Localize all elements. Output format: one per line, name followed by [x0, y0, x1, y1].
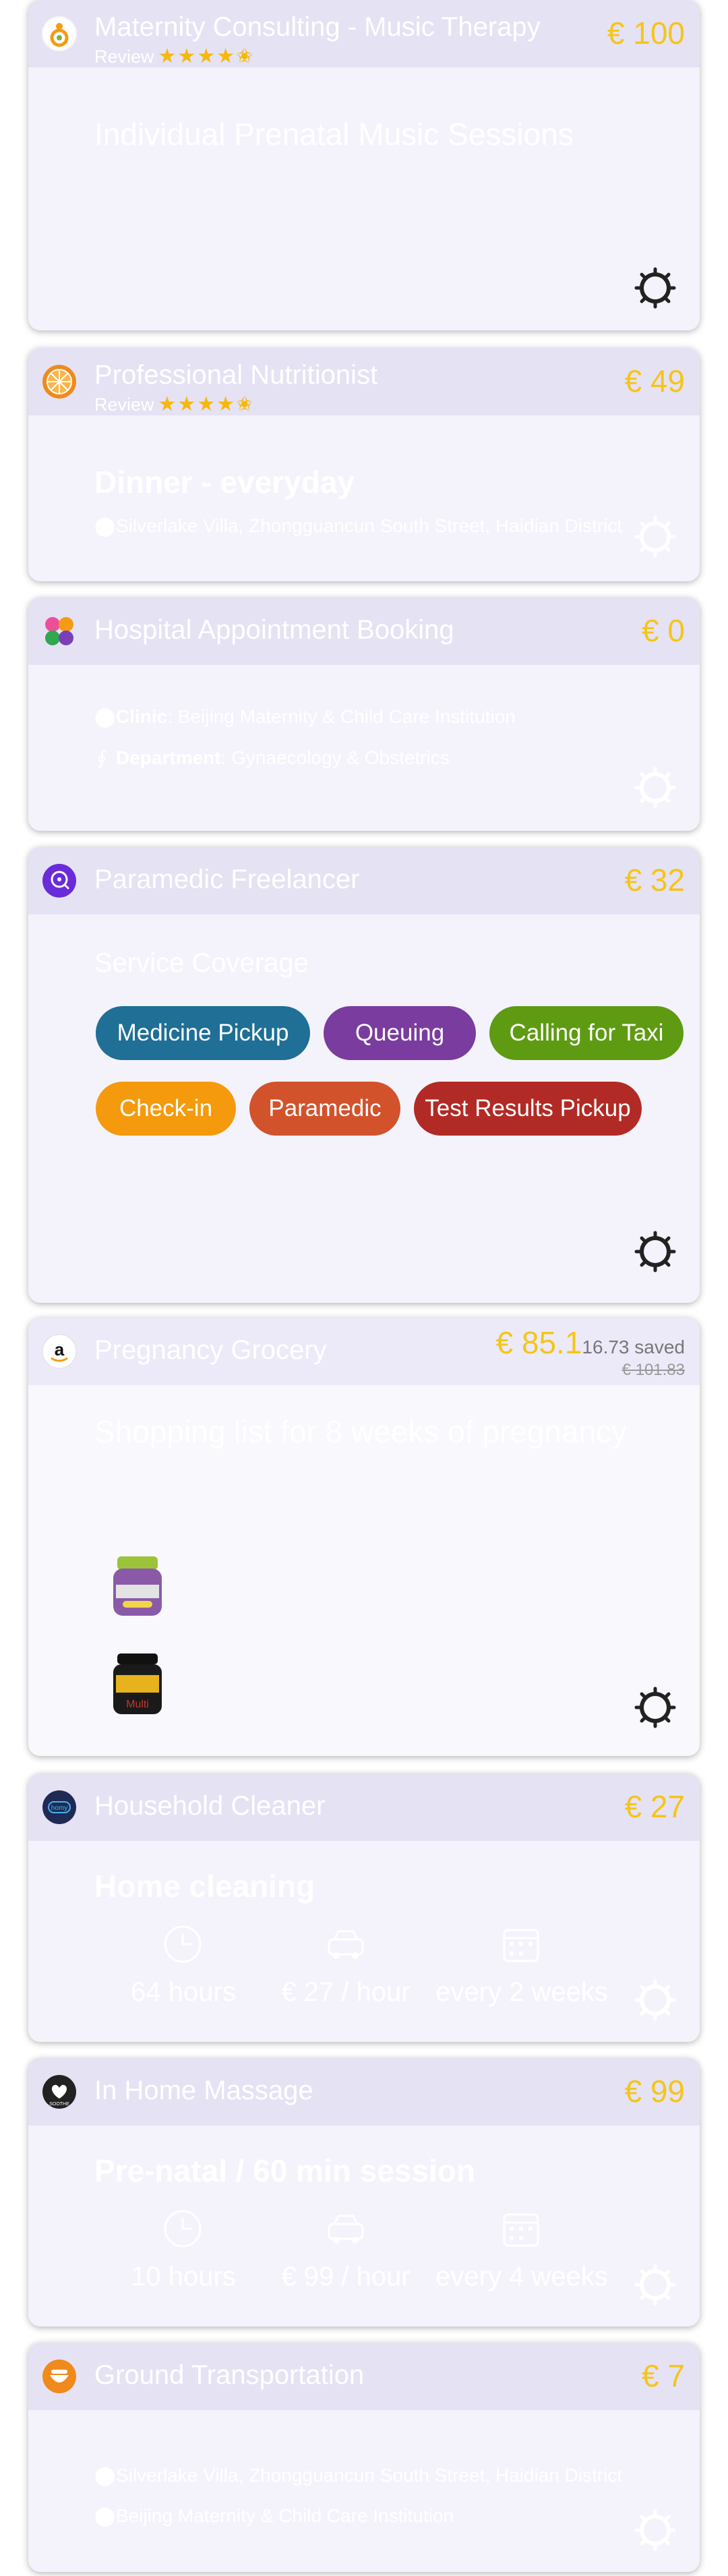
- pickup-address: Silverlake Villa, Zhongguancun South Str…: [116, 2465, 623, 2486]
- map-pin-icon: ⬤: [94, 706, 116, 727]
- card-title: Professional Nutritionist: [94, 360, 378, 390]
- clock-icon: [164, 1925, 202, 1963]
- service-card-massage[interactable]: SOOTHE In Home Massage € 99 Pre-natal / …: [28, 2058, 700, 2326]
- paramedic-logo-icon: [42, 863, 77, 898]
- map-pin-icon: ⬤: [94, 2465, 116, 2486]
- multivitamin-jar-image[interactable]: Multi: [108, 1651, 167, 1718]
- card-headline: Individual Prenatal Music Sessions: [94, 117, 574, 152]
- clock-icon: [164, 2210, 202, 2248]
- card-body: [28, 67, 700, 330]
- rating-stars-icon: ★★★★✬: [158, 45, 255, 67]
- vitamin-bottle-image[interactable]: [108, 1554, 167, 1621]
- car-icon: [328, 2215, 364, 2244]
- card-title: Maternity Consulting - Music Therapy: [94, 12, 541, 42]
- stat-hours: 10 hours: [131, 2262, 236, 2291]
- service-card-hospital-booking[interactable]: Hospital Appointment Booking € 0 ⬤Clinic…: [28, 597, 700, 831]
- stat-rate: € 99 / hour: [281, 2262, 411, 2291]
- map-pin-icon: ⬤: [94, 515, 116, 536]
- sun-gear-icon[interactable]: [634, 1230, 677, 1273]
- card-headline: Home cleaning: [94, 1869, 315, 1904]
- card-title: Hospital Appointment Booking: [94, 615, 454, 645]
- grocery-price-block: € 85.116.73 saved € 101.83: [496, 1324, 685, 1380]
- amazon-logo-icon: a: [42, 1334, 77, 1369]
- original-price: € 101.83: [621, 1361, 685, 1379]
- stat-frequency: every 2 weeks: [435, 1977, 608, 2007]
- card-headline: Shopping list for 8 weeks of pregnancy: [94, 1414, 628, 1449]
- calendar-icon: [503, 2213, 539, 2247]
- sun-gear-icon[interactable]: [634, 266, 677, 310]
- pickup-line: ⬤Silverlake Villa, Zhongguancun South St…: [94, 2464, 622, 2486]
- saved-amount: 16.73 saved: [582, 1337, 685, 1357]
- card-price: € 7: [642, 2358, 685, 2393]
- card-price: € 27: [624, 1789, 685, 1824]
- card-title: Household Cleaner: [94, 1791, 326, 1821]
- review-label: Review: [94, 394, 154, 415]
- card-title: In Home Massage: [94, 2076, 313, 2105]
- review-row: Review ★★★★✬: [94, 45, 254, 68]
- card-price: € 99: [624, 2074, 685, 2109]
- citrus-logo-icon: [42, 364, 77, 399]
- department-value: : Gynaecology & Obstetrics: [220, 747, 450, 768]
- service-card-grocery[interactable]: a Pregnancy Grocery € 85.116.73 saved € …: [28, 1318, 700, 1756]
- petal-logo-icon: [42, 614, 77, 649]
- stat-frequency: every 4 weeks: [435, 2262, 608, 2291]
- car-logo-icon: [42, 2359, 77, 2394]
- svg-text:SOOTHE: SOOTHE: [49, 2102, 69, 2107]
- card-title: Paramedic Freelancer: [94, 865, 360, 894]
- sun-gear-icon[interactable]: [634, 1686, 677, 1729]
- address-text: Silverlake Villa, Zhongguancun South Str…: [116, 515, 623, 536]
- stat-hours: 64 hours: [131, 1977, 236, 2007]
- calendar-icon: [503, 1929, 539, 1962]
- svg-text:Multi: Multi: [126, 1699, 149, 1710]
- department-label: Department: [116, 747, 221, 768]
- clinic-value: : Beijing Maternity & Child Care Institu…: [167, 706, 516, 727]
- service-card-music-therapy[interactable]: Maternity Consulting - Music Therapy Rev…: [28, 0, 700, 330]
- map-pin-icon: ⬤: [94, 2505, 116, 2526]
- card-body: [28, 2410, 700, 2572]
- service-tag-queuing[interactable]: Queuing: [324, 1006, 476, 1060]
- review-row: Review ★★★★✬: [94, 392, 254, 416]
- dropoff-line: ⬤Beijing Maternity & Child Care Institut…: [94, 2505, 454, 2527]
- service-tag-paramedic[interactable]: Paramedic: [249, 1082, 400, 1136]
- service-card-household-cleaner[interactable]: homy Household Cleaner € 27 Home cleanin…: [28, 1774, 700, 2042]
- service-tag-calling-for-taxi[interactable]: Calling for Taxi: [489, 1006, 684, 1060]
- svg-text:a: a: [55, 1339, 65, 1359]
- card-headline: Dinner - everyday: [94, 465, 355, 500]
- card-price: € 100: [607, 16, 685, 51]
- sun-gear-icon[interactable]: [634, 2263, 677, 2306]
- service-tag-medicine-pickup[interactable]: Medicine Pickup: [96, 1006, 310, 1060]
- review-label: Review: [94, 47, 154, 67]
- clinic-label: Clinic: [116, 706, 168, 727]
- service-card-nutritionist[interactable]: Professional Nutritionist Review ★★★★✬ € …: [28, 348, 700, 581]
- address-line: ⬤Silverlake Villa, Zhongguancun South St…: [94, 515, 622, 537]
- card-price: € 32: [624, 862, 685, 898]
- orange-figure-logo-icon: [42, 16, 77, 51]
- sun-gear-icon[interactable]: [634, 2509, 677, 2552]
- card-title: Ground Transportation: [94, 2360, 365, 2390]
- rating-stars-icon: ★★★★✬: [158, 393, 255, 415]
- card-title: Pregnancy Grocery: [94, 1335, 327, 1365]
- service-tag-test-results-pickup[interactable]: Test Results Pickup: [414, 1082, 642, 1136]
- card-price: € 0: [642, 613, 685, 648]
- dropoff-address: Beijing Maternity & Child Care Instituti…: [116, 2505, 454, 2526]
- card-headline: Service Coverage: [94, 948, 309, 978]
- card-headline: Pre-natal / 60 min session: [94, 2153, 476, 2188]
- car-icon: [328, 1930, 364, 1959]
- sun-gear-icon[interactable]: [634, 515, 677, 558]
- card-price: € 49: [624, 363, 685, 399]
- stat-rate: € 27 / hour: [281, 1977, 411, 2007]
- clinic-line: ⬤Clinic: Beijing Maternity & Child Care …: [94, 705, 516, 728]
- department-line: ∮ Department: Gynaecology & Obstetrics: [94, 747, 450, 769]
- svg-text:homy: homy: [51, 1805, 67, 1812]
- sun-gear-icon[interactable]: [634, 766, 677, 809]
- soothe-logo-icon: SOOTHE: [42, 2074, 77, 2109]
- stethoscope-icon: ∮: [96, 747, 107, 768]
- service-card-ground-transport[interactable]: Ground Transportation € 7 ⬤Silverlake Vi…: [28, 2343, 700, 2572]
- homy-logo-icon: homy: [42, 1790, 77, 1825]
- service-card-paramedic[interactable]: Paramedic Freelancer € 32 Service Covera…: [28, 847, 700, 1303]
- service-tag-check-in[interactable]: Check-in: [96, 1082, 236, 1136]
- card-price: € 85.1: [495, 1325, 582, 1360]
- sun-gear-icon[interactable]: [634, 1979, 677, 2022]
